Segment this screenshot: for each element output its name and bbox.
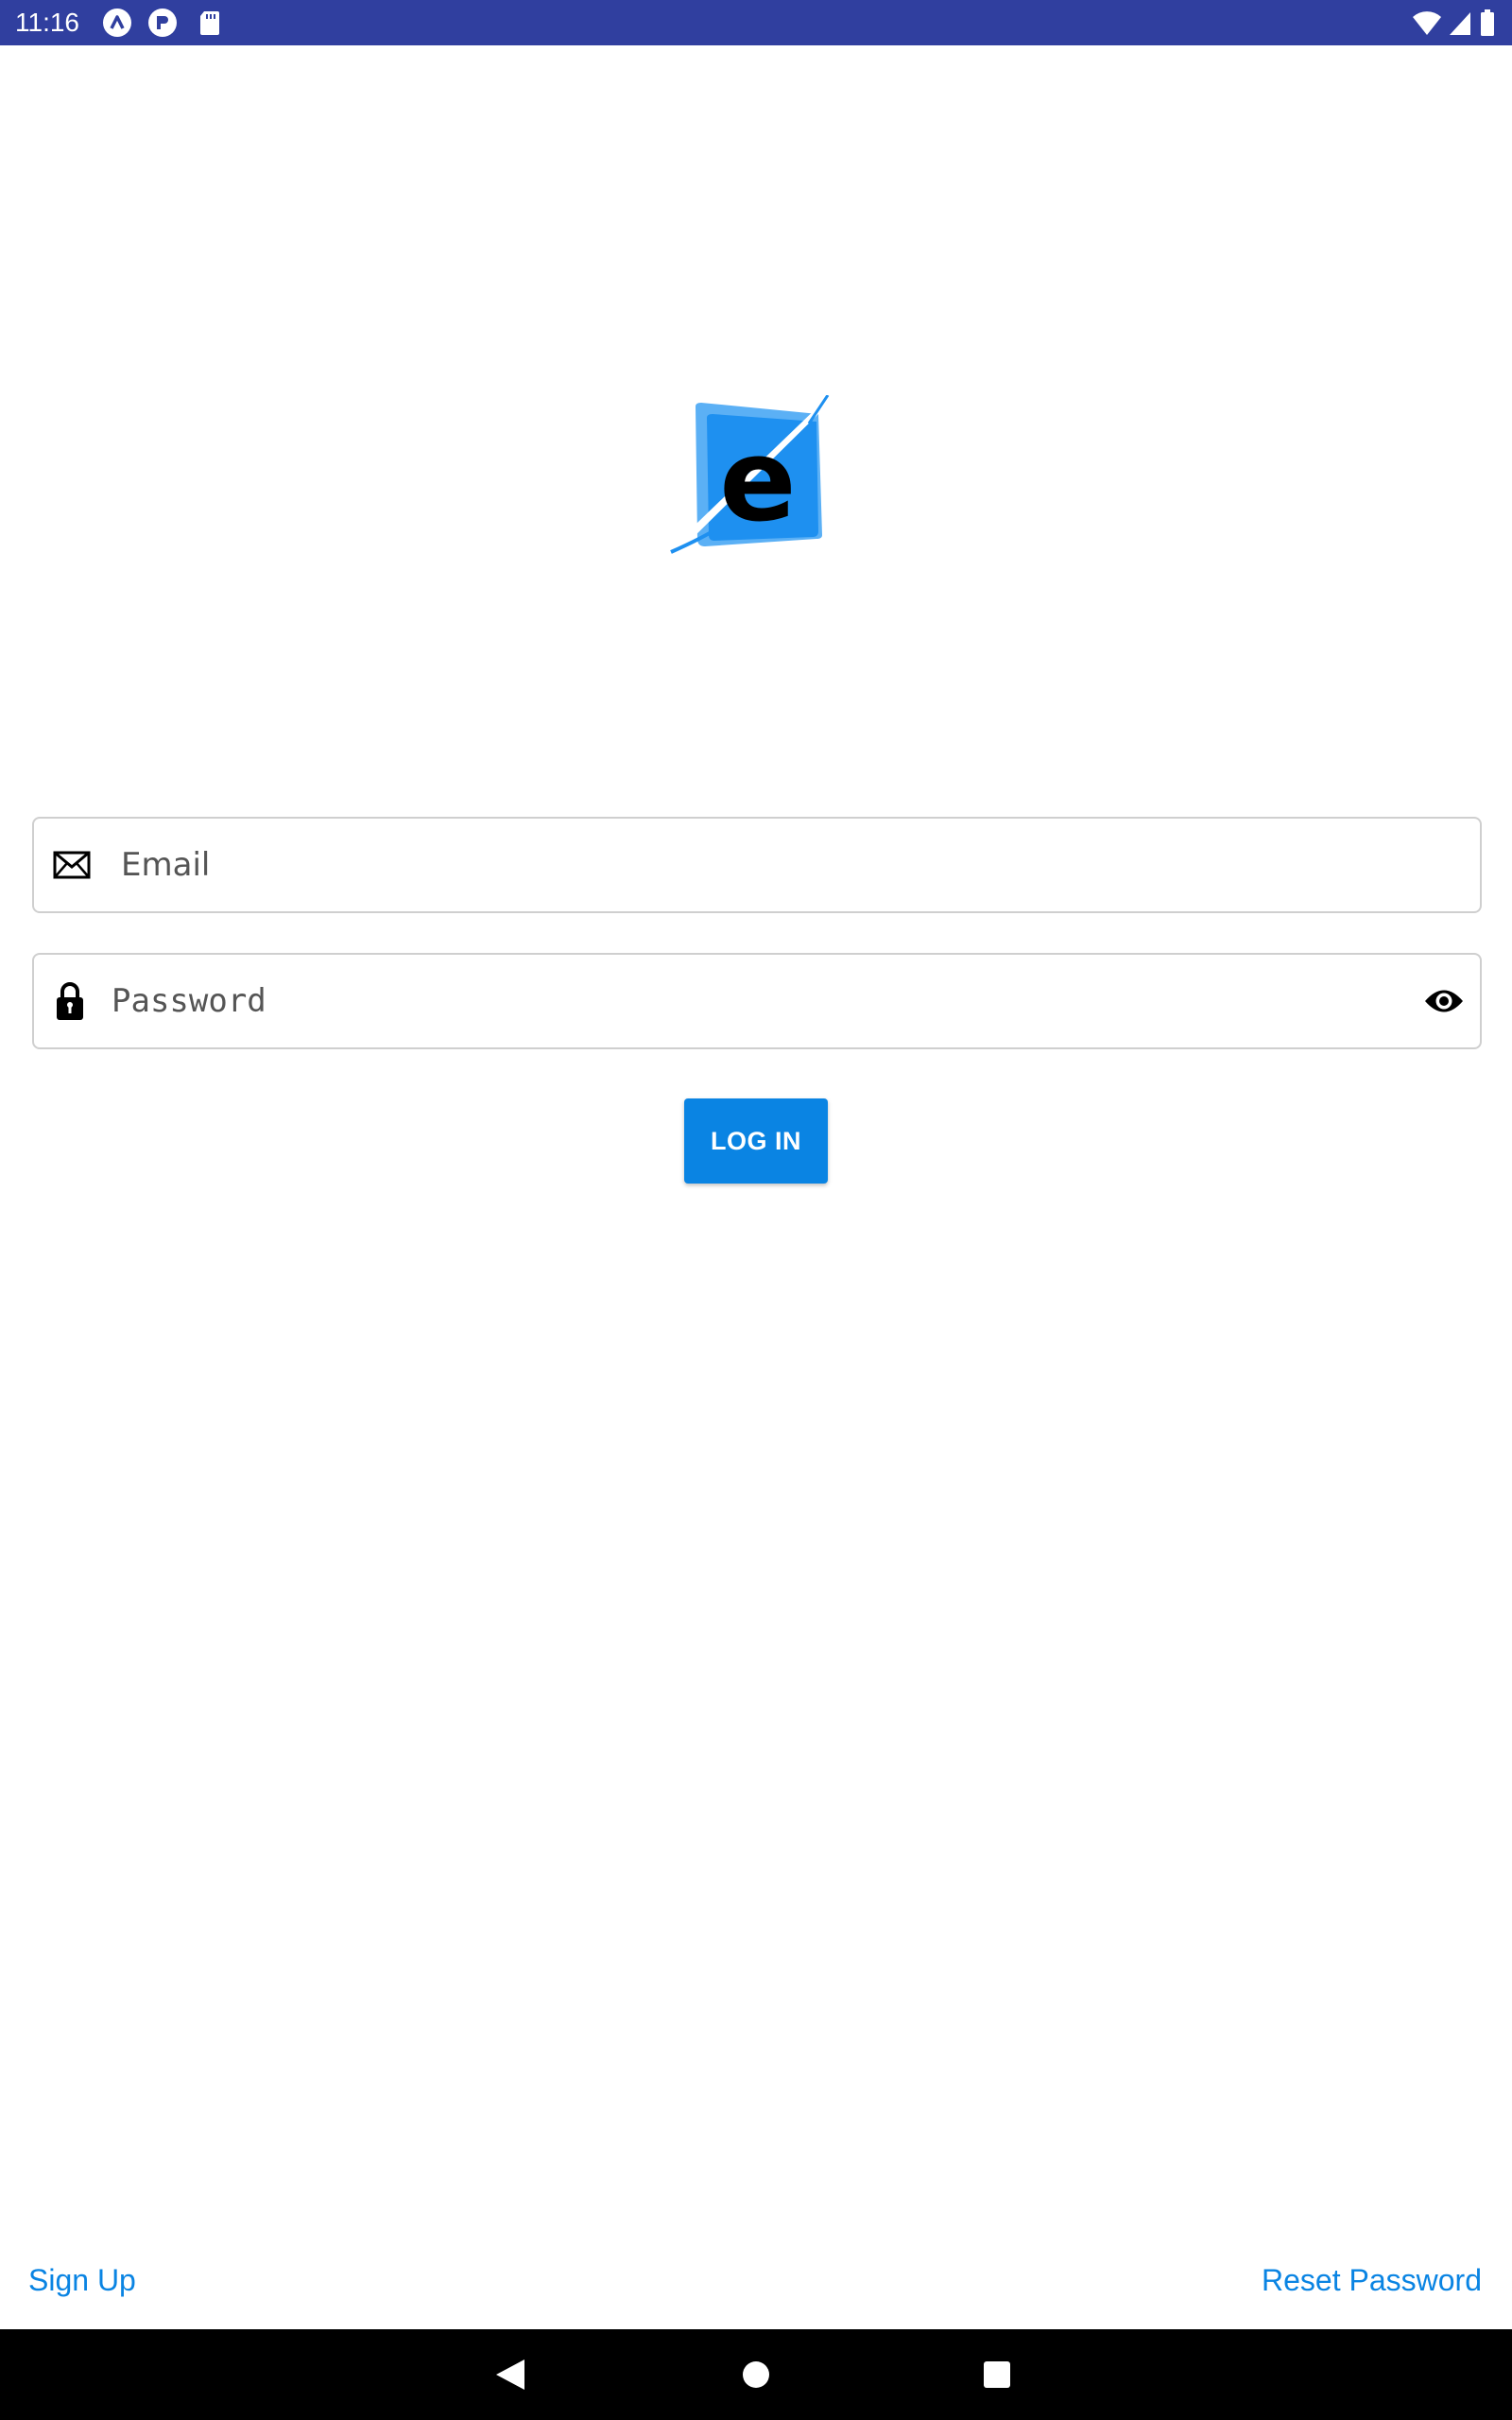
back-icon	[496, 2360, 524, 2390]
wifi-icon	[1413, 11, 1441, 36]
recents-button[interactable]	[969, 2346, 1025, 2403]
email-input[interactable]	[121, 819, 1461, 911]
reset-password-link[interactable]: Reset Password	[1262, 2261, 1482, 2299]
sd-card-icon	[200, 11, 219, 35]
mail-icon	[53, 851, 91, 879]
status-bar: 11:16	[0, 0, 1512, 45]
email-field[interactable]	[32, 817, 1482, 913]
status-time: 11:16	[15, 8, 79, 37]
home-button[interactable]	[728, 2346, 784, 2403]
app-logo: e	[670, 395, 830, 554]
login-button[interactable]: LOG IN	[684, 1098, 828, 1184]
navigation-bar	[0, 2329, 1512, 2420]
lock-icon	[57, 982, 83, 1020]
eye-icon[interactable]	[1423, 987, 1465, 1015]
home-icon	[743, 2361, 769, 2388]
login-screen: 11:16 e Email LOG IN Sign Up Reset Passw…	[0, 0, 1512, 2420]
password-field[interactable]	[32, 953, 1482, 1049]
recents-icon	[984, 2361, 1010, 2388]
cell-signal-icon	[1450, 12, 1470, 35]
battery-icon	[1481, 9, 1494, 36]
app-a-icon	[103, 9, 131, 37]
sign-up-link[interactable]: Sign Up	[28, 2261, 136, 2299]
app-r-icon	[148, 9, 177, 37]
logo-letter: e	[719, 416, 796, 547]
password-input[interactable]	[112, 955, 1404, 1047]
back-button[interactable]	[482, 2346, 539, 2403]
